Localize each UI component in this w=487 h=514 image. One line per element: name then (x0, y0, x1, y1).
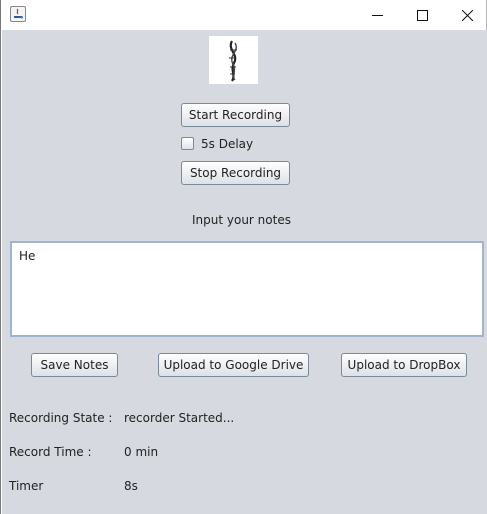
title-bar (1, 0, 486, 30)
recording-state-value: recorder Started... (124, 411, 235, 425)
app-window: Start Recording 5s Delay Stop Recording … (0, 0, 487, 514)
notes-textarea[interactable]: He (10, 241, 484, 337)
minimize-icon (371, 14, 383, 16)
java-app-icon (10, 6, 26, 22)
record-time-value: 0 min (124, 445, 159, 459)
delay-checkbox[interactable] (181, 137, 194, 150)
delay-label[interactable]: 5s Delay (201, 137, 253, 151)
app-logo (209, 36, 258, 84)
main-panel: Start Recording 5s Delay Stop Recording … (2, 30, 487, 514)
minimize-button[interactable] (354, 0, 400, 30)
recording-state-label: Recording State : (9, 411, 113, 425)
timer-value: 8s (124, 479, 138, 493)
upload-dropbox-button[interactable]: Upload to DropBox (341, 353, 467, 377)
maximize-button[interactable] (399, 0, 445, 30)
upload-google-drive-button[interactable]: Upload to Google Drive (158, 353, 309, 377)
close-icon (461, 9, 473, 21)
maximize-icon (416, 9, 428, 21)
stop-recording-button[interactable]: Stop Recording (181, 161, 290, 185)
record-time-label: Record Time : (9, 445, 92, 459)
notes-heading: Input your notes (192, 213, 291, 227)
timer-label: Timer (9, 479, 44, 493)
close-button[interactable] (444, 0, 487, 30)
start-recording-button[interactable]: Start Recording (181, 103, 290, 127)
save-notes-button[interactable]: Save Notes (31, 353, 118, 377)
